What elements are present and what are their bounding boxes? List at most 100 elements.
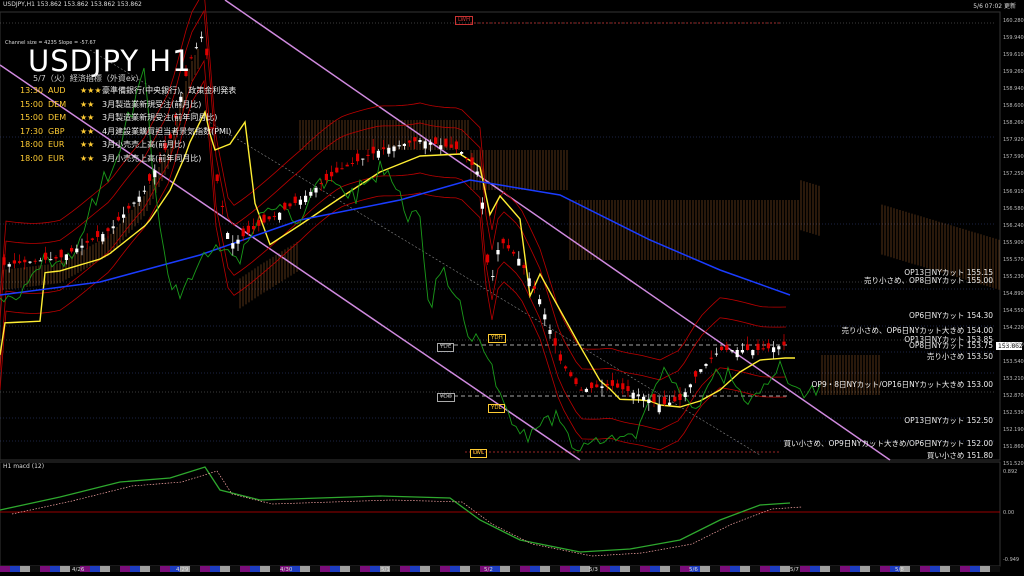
date-tick: 5/2 xyxy=(484,567,493,573)
session-bar xyxy=(200,566,210,572)
candle-body xyxy=(725,344,729,350)
session-bar xyxy=(550,566,560,572)
session-bar xyxy=(800,566,810,572)
candle-body xyxy=(49,259,53,261)
candle-body xyxy=(241,228,245,237)
candle-body xyxy=(153,170,157,178)
candle-body xyxy=(579,389,583,391)
candle-body xyxy=(226,233,230,239)
candle-body xyxy=(132,202,136,204)
event-country: AUD xyxy=(48,86,66,95)
session-bar xyxy=(310,566,320,572)
candle-body xyxy=(465,158,469,160)
price-tick: 158.600 xyxy=(1003,103,1024,110)
session-bar xyxy=(610,566,620,572)
candle-body xyxy=(470,157,474,165)
date-tick: 4/29 xyxy=(176,567,189,573)
price-tick: 154.220 xyxy=(1003,324,1024,331)
price-tick: 155.900 xyxy=(1003,239,1024,246)
candle-body xyxy=(491,276,495,277)
candle-body xyxy=(532,286,536,289)
candle-body xyxy=(262,214,266,223)
candle-body xyxy=(590,382,594,389)
price-tick: 160.280 xyxy=(1003,18,1024,24)
candle-body xyxy=(688,384,692,388)
macd-label: H1 macd (12) xyxy=(3,463,45,470)
box-label-ydc: YDC xyxy=(437,343,455,352)
event-time: 18:00 xyxy=(20,140,44,149)
candle-body xyxy=(309,191,313,196)
session-bar xyxy=(700,566,710,572)
candle-body xyxy=(600,386,604,388)
session-bar xyxy=(20,566,30,572)
candle-body xyxy=(330,171,334,177)
candle-body xyxy=(428,142,432,145)
candle-body xyxy=(361,158,365,160)
session-bar xyxy=(270,566,280,572)
session-bar xyxy=(510,566,520,572)
box-label-lwl: LWL xyxy=(470,449,488,458)
candle-body xyxy=(605,383,609,386)
candle-body xyxy=(283,202,287,210)
price-tick: 155.570 xyxy=(1003,256,1024,263)
event-row: 13:30 AUD ★★★豪準備銀行(中央銀行)、政策金利発表 xyxy=(20,85,236,96)
candle-body xyxy=(257,220,261,226)
candle-body xyxy=(267,216,271,220)
session-bar xyxy=(740,566,750,572)
event-row: 18:00 EUR ★★ 3月小売売上高(前月比) xyxy=(20,139,185,150)
session-bar xyxy=(350,566,360,572)
candle-body xyxy=(506,245,510,249)
session-bar xyxy=(970,566,980,572)
session-bar xyxy=(90,566,100,572)
candle-body xyxy=(756,343,760,350)
candle-body xyxy=(782,341,786,346)
event-country: GBP xyxy=(48,126,65,136)
price-tick: 159.610 xyxy=(1003,52,1024,59)
price-tick: 156.240 xyxy=(1003,222,1024,229)
candle-body xyxy=(631,392,635,399)
candle-body xyxy=(80,245,84,248)
candle-body xyxy=(408,140,412,143)
candle-body xyxy=(371,146,375,154)
event-time: 15:00 xyxy=(20,113,44,122)
event-country: EUR xyxy=(48,153,65,163)
level-label: 売り小さめ、OP8日NYカット 155.00 xyxy=(863,276,993,285)
event-name: 3月小売売上高(前年同月比) xyxy=(102,153,202,163)
candle-body xyxy=(657,404,661,413)
candle-body xyxy=(720,346,724,350)
candle-body xyxy=(621,383,625,390)
candle-body xyxy=(236,239,240,244)
candle-body xyxy=(366,154,370,156)
price-tick: 157.250 xyxy=(1003,171,1024,178)
candle-body xyxy=(38,260,42,262)
session-bar xyxy=(440,566,450,572)
session-bar xyxy=(210,566,220,572)
candle-body xyxy=(148,174,152,181)
event-stars: ★★ xyxy=(80,126,95,136)
session-bar xyxy=(220,566,230,572)
candle-body xyxy=(324,173,328,181)
candle-body xyxy=(28,261,32,263)
candle-body xyxy=(413,137,417,142)
candle-body xyxy=(2,257,6,265)
price-tick: 153.210 xyxy=(1003,376,1024,383)
session-bar xyxy=(650,566,660,572)
candle-body xyxy=(205,48,209,56)
candle-body xyxy=(673,396,677,402)
events-heading: 5/7（火）経済指標（外資ex） xyxy=(33,74,144,83)
session-bar xyxy=(810,566,820,572)
candle-body xyxy=(111,226,115,229)
candle-body xyxy=(735,350,739,358)
session-bar xyxy=(560,566,570,572)
date-tick: 5/3 xyxy=(589,567,598,573)
event-stars: ★★ xyxy=(80,99,95,109)
candle-body xyxy=(59,249,63,258)
candle-body xyxy=(200,36,204,39)
candle-body xyxy=(215,174,219,181)
candle-body xyxy=(319,183,323,185)
candle-body xyxy=(636,394,640,396)
candle-body xyxy=(106,228,110,232)
candle-body xyxy=(101,234,105,242)
session-bar xyxy=(340,566,350,572)
candle-body xyxy=(569,372,573,377)
